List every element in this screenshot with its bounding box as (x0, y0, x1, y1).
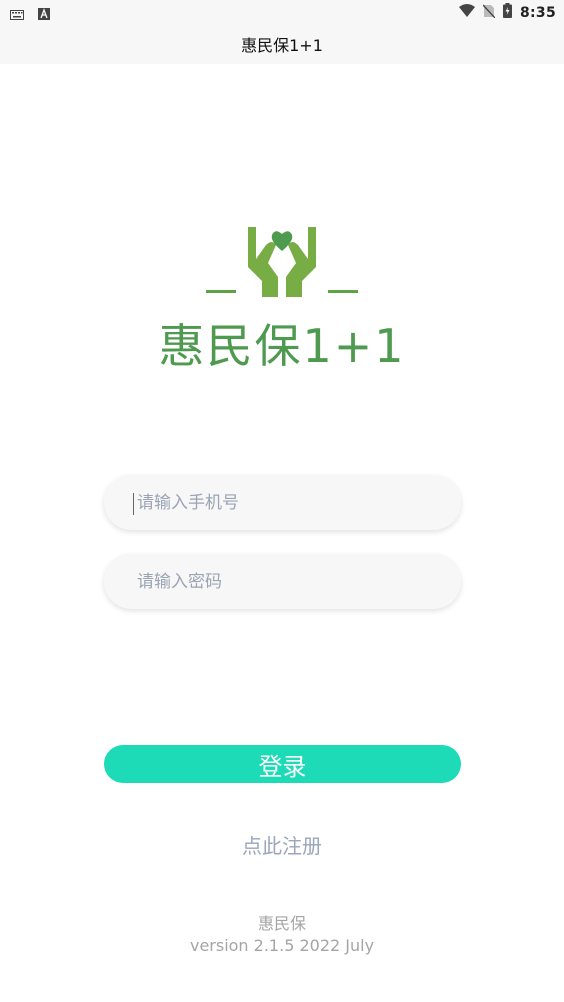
login-button[interactable]: 登录 (104, 745, 461, 783)
password-input[interactable] (135, 570, 461, 593)
wifi-icon (458, 4, 475, 21)
no-sim-icon (482, 4, 496, 22)
status-left-icons (10, 5, 50, 24)
title-bar: 惠民保1+1 (0, 24, 564, 64)
password-field[interactable] (104, 554, 461, 609)
phone-field[interactable] (104, 475, 461, 530)
a-badge-icon (38, 5, 50, 24)
battery-icon (502, 3, 512, 22)
page-title: 惠民保1+1 (241, 36, 323, 55)
keyboard-icon (10, 5, 24, 24)
hands-heart-icon (206, 227, 358, 297)
text-cursor (133, 493, 134, 515)
logo-text: 惠民保1+1 (158, 319, 406, 373)
status-time: 8:35 (519, 4, 556, 21)
status-right-icons: 8:35 (458, 3, 556, 22)
phone-input[interactable] (135, 491, 461, 514)
footer-version: version 2.1.5 2022 July (189, 936, 375, 955)
register-link[interactable]: 点此注册 (0, 830, 564, 859)
footer-app-name: 惠民保 (257, 914, 306, 933)
status-bar: 8:35 (0, 0, 564, 24)
